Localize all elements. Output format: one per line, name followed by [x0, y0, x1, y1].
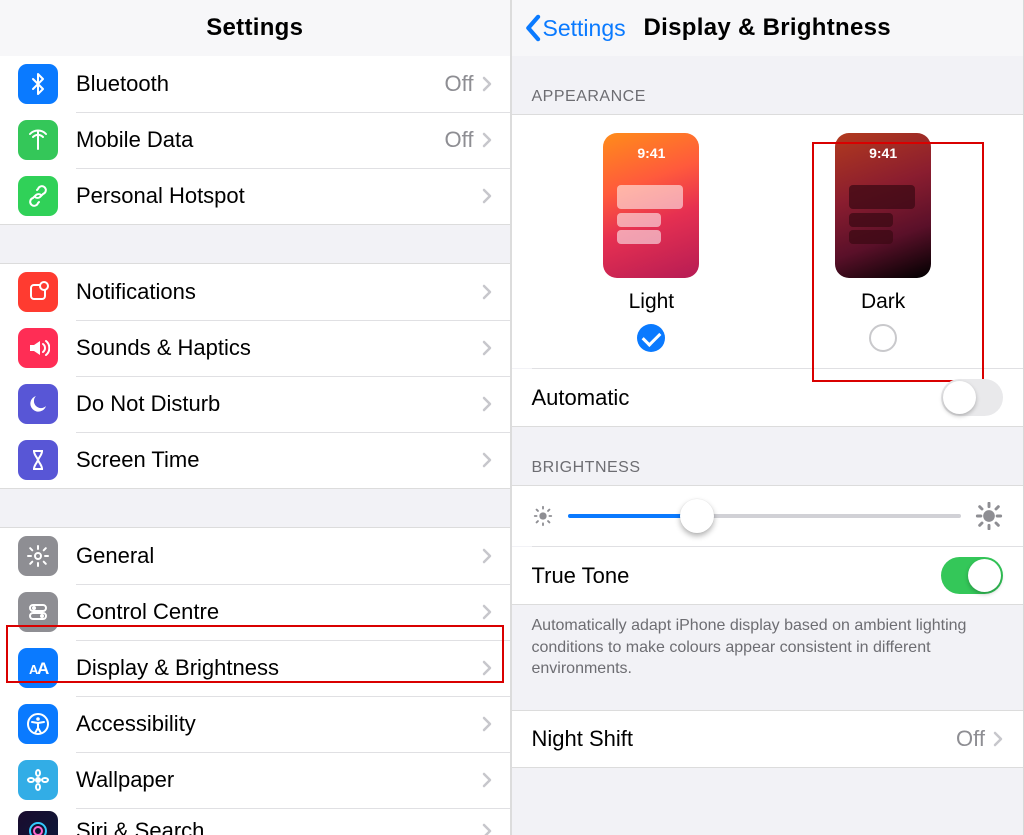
switches-icon: [18, 592, 58, 632]
row-bluetooth[interactable]: Bluetooth Off: [0, 56, 510, 112]
back-label: Settings: [543, 15, 626, 42]
row-do-not-disturb[interactable]: Do Not Disturb: [0, 376, 510, 432]
appearance-option-dark[interactable]: 9:41 Dark: [798, 133, 968, 352]
appearance-chooser: 9:41 Light 9:41 Dark: [512, 114, 1024, 368]
settings-group-connectivity: Bluetooth Off Mobile Data Off Personal H…: [0, 56, 510, 225]
text-size-icon: AA: [18, 648, 58, 688]
row-label: Display & Brightness: [76, 655, 482, 681]
brightness-header: BRIGHTNESS: [512, 427, 1024, 485]
chevron-right-icon: [482, 823, 492, 835]
display-brightness-pane: Settings Display & Brightness APPEARANCE…: [512, 0, 1024, 835]
chevron-left-icon: [524, 14, 541, 42]
link-icon: [18, 176, 58, 216]
slider-knob[interactable]: [680, 499, 714, 533]
row-screen-time[interactable]: Screen Time: [0, 432, 510, 488]
chevron-right-icon: [482, 452, 492, 468]
row-accessibility[interactable]: Accessibility: [0, 696, 510, 752]
chevron-right-icon: [482, 188, 492, 204]
chevron-right-icon: [482, 132, 492, 148]
preview-time: 9:41: [835, 145, 931, 161]
chevron-right-icon: [482, 604, 492, 620]
svg-text:A: A: [37, 659, 49, 678]
truetone-note: Automatically adapt iPhone display based…: [512, 605, 1024, 680]
antenna-icon: [18, 120, 58, 160]
row-label: Do Not Disturb: [76, 391, 482, 417]
notifications-icon: [18, 272, 58, 312]
truetone-label: True Tone: [532, 563, 942, 589]
row-display-brightness[interactable]: AA Display & Brightness: [0, 640, 510, 696]
chevron-right-icon: [482, 340, 492, 356]
speaker-icon: [18, 328, 58, 368]
row-personal-hotspot[interactable]: Personal Hotspot: [0, 168, 510, 224]
row-label: Sounds & Haptics: [76, 335, 482, 361]
nightshift-row[interactable]: Night Shift Off: [512, 710, 1024, 768]
sun-large-icon: [975, 502, 1003, 530]
light-preview: 9:41: [603, 133, 699, 278]
row-label: Accessibility: [76, 711, 482, 737]
appearance-header: APPEARANCE: [512, 56, 1024, 114]
row-label: Notifications: [76, 279, 482, 305]
chevron-right-icon: [482, 772, 492, 788]
row-label: Control Centre: [76, 599, 482, 625]
moon-icon: [18, 384, 58, 424]
chevron-right-icon: [482, 716, 492, 732]
display-header: Settings Display & Brightness: [512, 0, 1024, 56]
chevron-right-icon: [482, 396, 492, 412]
radio-unchecked-icon[interactable]: [869, 324, 897, 352]
display-title: Display & Brightness: [644, 14, 891, 42]
radio-checked-icon[interactable]: [637, 324, 665, 352]
row-sounds-haptics[interactable]: Sounds & Haptics: [0, 320, 510, 376]
settings-pane: Settings Bluetooth Off Mobile Data Off P…: [0, 0, 512, 835]
row-label: Bluetooth: [76, 71, 445, 97]
siri-icon: [18, 811, 58, 835]
row-general[interactable]: General: [0, 528, 510, 584]
light-label: Light: [629, 290, 675, 314]
row-notifications[interactable]: Notifications: [0, 264, 510, 320]
dark-label: Dark: [861, 290, 905, 314]
sun-small-icon: [532, 505, 554, 527]
settings-title: Settings: [206, 14, 303, 42]
gear-icon: [18, 536, 58, 576]
preview-time: 9:41: [603, 145, 699, 161]
truetone-row[interactable]: True Tone: [512, 547, 1024, 605]
settings-group-general: General Control Centre AA Display & Brig…: [0, 527, 510, 835]
row-wallpaper[interactable]: Wallpaper: [0, 752, 510, 808]
back-button[interactable]: Settings: [524, 0, 626, 56]
appearance-option-light[interactable]: 9:41 Light: [566, 133, 736, 352]
chevron-right-icon: [993, 731, 1003, 747]
hourglass-icon: [18, 440, 58, 480]
row-siri-search[interactable]: Siri & Search: [0, 808, 510, 835]
row-label: Personal Hotspot: [76, 183, 482, 209]
row-detail: Off: [445, 127, 474, 153]
brightness-slider[interactable]: [568, 514, 962, 518]
row-label: Wallpaper: [76, 767, 482, 793]
row-label: Mobile Data: [76, 127, 445, 153]
row-mobile-data[interactable]: Mobile Data Off: [0, 112, 510, 168]
flower-icon: [18, 760, 58, 800]
automatic-label: Automatic: [532, 385, 942, 411]
nightshift-detail: Off: [956, 726, 985, 752]
settings-group-attention: Notifications Sounds & Haptics Do Not Di…: [0, 263, 510, 489]
nightshift-label: Night Shift: [532, 726, 957, 752]
truetone-toggle[interactable]: [941, 557, 1003, 594]
automatic-toggle[interactable]: [941, 379, 1003, 416]
chevron-right-icon: [482, 76, 492, 92]
automatic-row[interactable]: Automatic: [512, 369, 1024, 427]
bluetooth-icon: [18, 64, 58, 104]
accessibility-icon: [18, 704, 58, 744]
chevron-right-icon: [482, 284, 492, 300]
row-control-centre[interactable]: Control Centre: [0, 584, 510, 640]
settings-header: Settings: [0, 0, 510, 56]
row-label: Screen Time: [76, 447, 482, 473]
chevron-right-icon: [482, 548, 492, 564]
chevron-right-icon: [482, 660, 492, 676]
dark-preview: 9:41: [835, 133, 931, 278]
row-label: Siri & Search: [76, 818, 482, 835]
row-label: General: [76, 543, 482, 569]
row-detail: Off: [445, 71, 474, 97]
brightness-slider-row: [512, 485, 1024, 546]
